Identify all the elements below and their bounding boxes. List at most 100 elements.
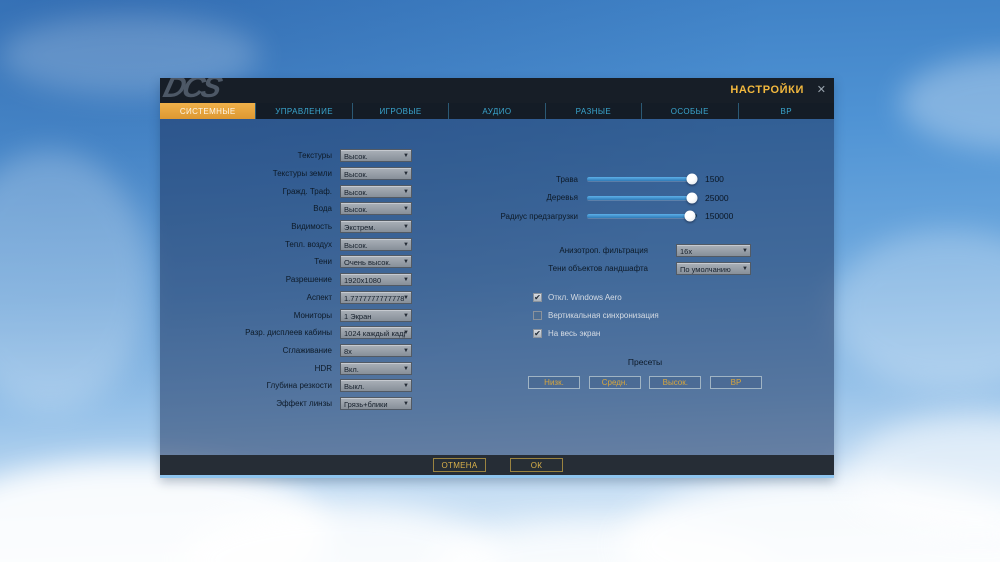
graphics-settings-column: Текстуры Высок. ▼ Текстуры земли Высок. … [160,147,430,412]
chevron-down-icon: ▼ [403,312,409,319]
slider-fill [587,177,692,182]
vsync-checkbox[interactable]: Вертикальная синхронизация [533,310,659,320]
setting-label: Видимость [291,222,332,232]
dropdown-value: Высок. [344,205,368,215]
disable-aero-checkbox[interactable]: ✔ Откл. Windows Aero [533,292,659,302]
preload-radius-slider[interactable] [587,210,697,222]
chevron-down-icon: ▼ [403,365,409,372]
setting-row: Вода Высок. ▼ [160,200,430,218]
tab-controls[interactable]: УПРАВЛЕНИЕ [255,103,351,119]
preset-medium-button[interactable]: Средн. [588,376,641,389]
setting-label: Вода [313,204,332,214]
footer-bar: ОТМЕНА ОК [160,455,834,475]
tab-gameplay[interactable]: ИГРОВЫЕ [351,103,448,119]
checkbox-box[interactable]: ✔ [533,328,542,338]
slider-thumb[interactable] [684,210,696,222]
setting-label: Глубина резкости [266,381,332,391]
checkbox-label: На весь экран [548,328,601,338]
aspect-dropdown[interactable]: 1.7777777777778 ▼ [340,290,412,304]
presets-group: Низк. Средн. Высок. ВР [528,376,762,389]
dropdown-value: Грязь+блики [344,399,388,409]
ok-button[interactable]: ОК [510,458,563,472]
setting-row: Разр. дисплеев кабины 1024 каждый кадр ▼ [160,324,430,342]
setting-label: Аспект [306,292,332,302]
chevron-down-icon: ▼ [403,153,409,160]
slider-thumb[interactable] [686,173,697,185]
chevron-down-icon: ▼ [403,400,409,407]
chevron-down-icon: ▼ [403,294,409,301]
close-icon[interactable]: ✕ [817,83,826,96]
dropdown-value: 8x [344,346,352,356]
setting-label: Разр. дисплеев кабины [245,328,332,338]
chevron-down-icon: ▼ [403,330,409,337]
setting-row: Сглаживание 8x ▼ [160,342,430,360]
dropdown-value: Высок. [344,240,368,250]
chevron-down-icon: ▼ [403,347,409,354]
checkbox-box[interactable] [533,310,542,320]
setting-label: Разрешение [285,275,332,285]
presets-title: Пресеты [627,357,663,367]
slider-label: Трава [556,174,578,184]
right-dropdowns-group: Анизотроп. фильтрация 16x ▼ Тени объекто… [400,241,751,277]
setting-row: Эффект линзы Грязь+блики ▼ [160,395,430,413]
tab-systems[interactable]: СИСТЕМНЫЕ [160,103,256,119]
slider-value: 150000 [705,211,734,222]
tab-vr[interactable]: ВР [737,103,834,119]
dropdown-value: Высок. [344,152,368,162]
setting-label: Текстуры [297,151,332,161]
dropdown-value: 1.7777777777778 [344,293,405,303]
window-title: НАСТРОЙКИ [730,84,804,96]
dropdown-value: По умолчанию [680,264,731,274]
grass-slider[interactable] [587,173,697,185]
dcs-logo: DCS [160,78,223,103]
tab-audio[interactable]: АУДИО [448,103,544,119]
setting-row: Мониторы 1 Экран ▼ [160,306,430,324]
preset-high-button[interactable]: Высок. [649,376,702,389]
fullscreen-checkbox[interactable]: ✔ На весь экран [533,328,659,338]
setting-label: Тени [314,257,332,267]
dropdown-value: Очень высок. [344,258,391,268]
chevron-down-icon: ▼ [742,265,748,272]
tab-special[interactable]: ОСОБЫЕ [641,103,737,119]
setting-row: Гражд. Траф. Высок. ▼ [160,182,430,200]
cloud [830,230,1000,390]
setting-label: Мониторы [293,310,332,320]
trees-slider[interactable] [587,192,697,204]
slider-fill [587,195,692,200]
checkbox-label: Откл. Windows Aero [548,292,622,302]
dropdown-value: Высок. [344,170,368,180]
monitors-dropdown[interactable]: 1 Экран ▼ [340,308,412,322]
dropdown-value: 1024 каждый кадр [344,329,405,339]
msaa-dropdown[interactable]: 8x ▼ [340,343,412,357]
tab-misc[interactable]: РАЗНЫЕ [544,103,641,119]
setting-label: Гражд. Траф. [282,186,332,196]
preset-vr-button[interactable]: ВР [709,376,762,389]
title-bar: DCS НАСТРОЙКИ ✕ [160,78,834,103]
dropdown-value: Высок. [344,187,368,197]
textures-dropdown[interactable]: Высок. ▼ [340,149,412,163]
cancel-button[interactable]: ОТМЕНА [433,458,486,472]
slider-value: 25000 [705,192,729,203]
tab-bar: СИСТЕМНЫЕ УПРАВЛЕНИЕ ИГРОВЫЕ АУДИО РАЗНЫ… [160,103,834,119]
checkbox-group: ✔ Откл. Windows Aero Вертикальная синхро… [533,292,659,346]
slider-row: Деревья 25000 [400,189,733,208]
slider-value: 1500 [705,174,724,185]
lens-effects-dropdown[interactable]: Грязь+блики ▼ [340,396,412,410]
terrain-object-shadows-dropdown[interactable]: По умолчанию ▼ [676,261,751,275]
setting-row: Анизотроп. фильтрация 16x ▼ [400,241,751,259]
checkbox-box[interactable]: ✔ [533,292,542,302]
setting-label: Эффект линзы [276,398,332,408]
slider-label: Деревья [546,193,578,203]
hdr-dropdown[interactable]: Вкл. ▼ [340,361,412,375]
dropdown-value: Выкл. [344,382,365,392]
sliders-group: Трава 1500 Деревья 25000 Радиус предзагр… [400,170,733,226]
setting-row: Аспект 1.7777777777778 ▼ [160,289,430,307]
slider-fill [587,214,691,219]
setting-label: Тени объектов ландшафта [548,263,648,273]
preset-low-button[interactable]: Низк. [528,376,580,389]
cockpit-display-res-dropdown[interactable]: 1024 каждый кадр ▼ [340,326,412,340]
anisotropic-filtering-dropdown[interactable]: 16x ▼ [676,243,751,257]
depth-of-field-dropdown[interactable]: Выкл. ▼ [340,379,412,393]
slider-thumb[interactable] [686,192,697,204]
chevron-down-icon: ▼ [742,247,748,254]
